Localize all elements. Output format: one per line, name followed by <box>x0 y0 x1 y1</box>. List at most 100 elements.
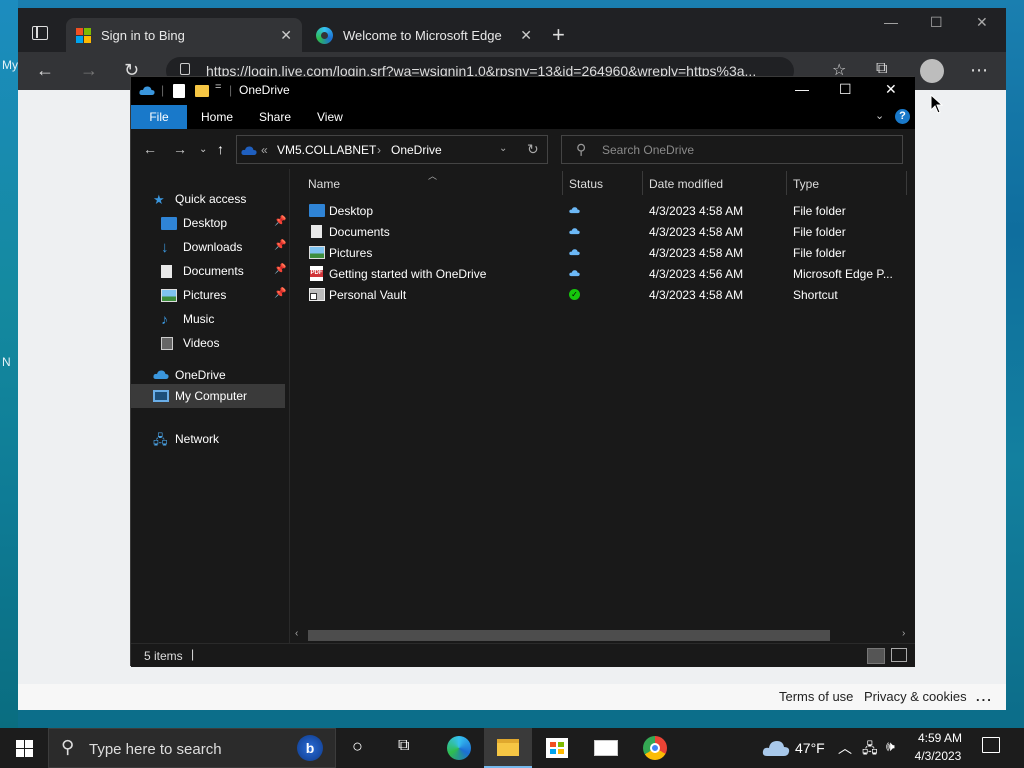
cortana-icon[interactable]: ○ <box>352 736 363 757</box>
scroll-left-icon[interactable]: ‹ <box>295 628 298 639</box>
file-type: File folder <box>793 246 846 260</box>
explorer-maximize-icon[interactable]: ☐ <box>839 81 852 98</box>
task-view-icon[interactable]: ⧉ <box>398 737 409 755</box>
column-header-date-modified[interactable]: Date modified <box>649 177 723 191</box>
windows-start-icon[interactable] <box>16 740 33 757</box>
status-bar: 5 items | <box>131 643 915 667</box>
large-icons-view-icon[interactable] <box>891 648 907 662</box>
weather-cloud-icon[interactable] <box>762 738 790 758</box>
nav-item-quick-access[interactable]: ★ Quick access <box>153 188 283 210</box>
pictures-icon <box>309 246 325 259</box>
taskbar-edge-icon[interactable] <box>435 728 483 768</box>
details-view-icon[interactable] <box>867 648 885 664</box>
minimize-icon[interactable]: — <box>884 14 898 30</box>
nav-item-downloads[interactable]: ↓ Downloads <box>161 236 281 258</box>
scrollbar-thumb[interactable] <box>308 630 830 641</box>
back-arrow-icon[interactable]: ← <box>36 60 54 81</box>
explorer-minimize-icon[interactable]: — <box>795 81 809 97</box>
breadcrumb[interactable]: « VM5.COLLABNET › OneDrive ⌄ ↻ <box>236 135 548 164</box>
search-input[interactable]: ⚲ Search OneDrive <box>561 135 903 164</box>
clock-date[interactable]: 4/3/2023 <box>912 749 964 768</box>
table-row[interactable]: Documents 4/3/2023 4:58 AM File folder <box>306 222 906 243</box>
qat-dropdown-icon[interactable]: = <box>215 81 221 93</box>
close-tab-icon[interactable]: ✕ <box>280 27 292 44</box>
column-divider[interactable] <box>642 171 643 195</box>
new-folder-icon[interactable] <box>195 85 209 97</box>
tab-strip: Sign in to Bing ✕ Welcome to Microsoft E… <box>18 8 1006 52</box>
file-name: Pictures <box>329 246 373 260</box>
nav-item-desktop[interactable]: Desktop <box>161 212 281 234</box>
nav-item-network[interactable]: 🖧 Network <box>153 428 283 450</box>
forward-arrow-icon[interactable]: → <box>173 141 187 157</box>
cloud-status-icon <box>569 270 580 277</box>
footer-more-icon[interactable]: ... <box>976 689 993 704</box>
explorer-title-bar: | = | OneDrive — ☐ ✕ <box>131 77 915 105</box>
nav-item-documents[interactable]: Documents <box>161 260 281 282</box>
weather-temperature[interactable]: 47°F <box>795 740 825 768</box>
bing-icon[interactable]: b <box>297 735 323 761</box>
column-divider[interactable] <box>906 171 907 195</box>
close-window-icon[interactable]: ✕ <box>976 14 988 31</box>
nav-item-music[interactable]: ♪ Music <box>161 308 281 330</box>
pdf-icon: PDF <box>310 266 323 281</box>
forward-arrow-icon[interactable]: → <box>80 60 98 81</box>
nav-label: Videos <box>183 336 220 350</box>
column-divider[interactable] <box>786 171 787 195</box>
desktop-icon-label: My <box>2 58 18 72</box>
privacy-link[interactable]: Privacy & cookies <box>864 689 967 704</box>
back-arrow-icon[interactable]: ← <box>143 141 157 157</box>
breadcrumb-overflow-icon[interactable]: « <box>261 143 268 157</box>
tab-welcome-edge[interactable]: Welcome to Microsoft Edge ✕ <box>306 18 542 52</box>
refresh-icon[interactable]: ↻ <box>527 141 539 158</box>
address-dropdown-icon[interactable]: ⌄ <box>499 143 507 154</box>
tab-share[interactable]: Share <box>245 105 305 129</box>
column-divider[interactable] <box>562 171 563 195</box>
explorer-close-icon[interactable]: ✕ <box>885 81 897 98</box>
ribbon-expand-icon[interactable]: ⌄ <box>875 109 884 122</box>
onedrive-cloud-icon <box>241 146 257 155</box>
close-tab-icon[interactable]: ✕ <box>520 27 532 44</box>
taskbar-file-explorer-icon[interactable] <box>484 728 532 768</box>
new-tab-icon[interactable]: + <box>552 22 565 48</box>
show-hidden-icons-icon[interactable]: ︿ <box>838 738 852 768</box>
volume-icon[interactable]: 🕪 <box>886 738 895 768</box>
nav-item-videos[interactable]: Videos <box>161 332 281 354</box>
notifications-icon[interactable] <box>982 737 1000 753</box>
breadcrumb-item[interactable]: OneDrive <box>391 143 442 157</box>
table-row[interactable]: Personal Vault ✓ 4/3/2023 4:58 AM Shortc… <box>306 285 906 306</box>
taskbar-chrome-icon[interactable] <box>631 728 679 768</box>
taskbar-mail-icon[interactable] <box>582 728 630 768</box>
taskbar-store-icon[interactable] <box>533 728 581 768</box>
tab-view[interactable]: View <box>303 105 357 129</box>
horizontal-scrollbar[interactable]: ‹ › <box>290 628 914 643</box>
nav-item-my-computer[interactable]: My Computer <box>131 384 285 408</box>
nav-item-onedrive[interactable]: OneDrive <box>153 364 283 386</box>
tab-file[interactable]: File <box>131 105 187 129</box>
cloud-status-icon <box>569 249 580 256</box>
maximize-icon[interactable]: ☐ <box>930 14 943 31</box>
taskbar-search-input[interactable]: ⚲ Type here to search b <box>48 728 336 768</box>
tab-actions-icon[interactable] <box>32 26 48 40</box>
column-header-type[interactable]: Type <box>793 177 819 191</box>
help-icon[interactable]: ? <box>895 109 910 124</box>
scroll-right-icon[interactable]: › <box>902 628 905 639</box>
terms-link[interactable]: Terms of use <box>779 689 853 704</box>
tab-sign-in-bing[interactable]: Sign in to Bing ✕ <box>66 18 302 52</box>
table-row[interactable]: PDF Getting started with OneDrive 4/3/20… <box>306 264 906 285</box>
column-header-name[interactable]: Name <box>308 177 340 191</box>
table-row[interactable]: Pictures 4/3/2023 4:58 AM File folder <box>306 243 906 264</box>
nav-item-pictures[interactable]: Pictures <box>161 284 281 306</box>
microsoft-logo-icon <box>76 27 91 43</box>
profile-avatar-icon[interactable] <box>920 59 944 83</box>
up-arrow-icon[interactable]: ↑ <box>217 141 224 157</box>
network-tray-icon[interactable]: 🖧 <box>862 738 878 768</box>
recent-locations-icon[interactable]: ⌄ <box>199 144 207 155</box>
properties-icon[interactable] <box>173 84 185 98</box>
more-options-icon[interactable]: ⋯ <box>970 60 988 81</box>
column-header-status[interactable]: Status <box>569 177 603 191</box>
tab-home[interactable]: Home <box>187 105 247 129</box>
breadcrumb-item[interactable]: VM5.COLLABNET <box>277 143 376 157</box>
file-type: File folder <box>793 225 846 239</box>
tab-title: Welcome to Microsoft Edge <box>343 27 502 43</box>
table-row[interactable]: Desktop 4/3/2023 4:58 AM File folder <box>306 201 906 222</box>
